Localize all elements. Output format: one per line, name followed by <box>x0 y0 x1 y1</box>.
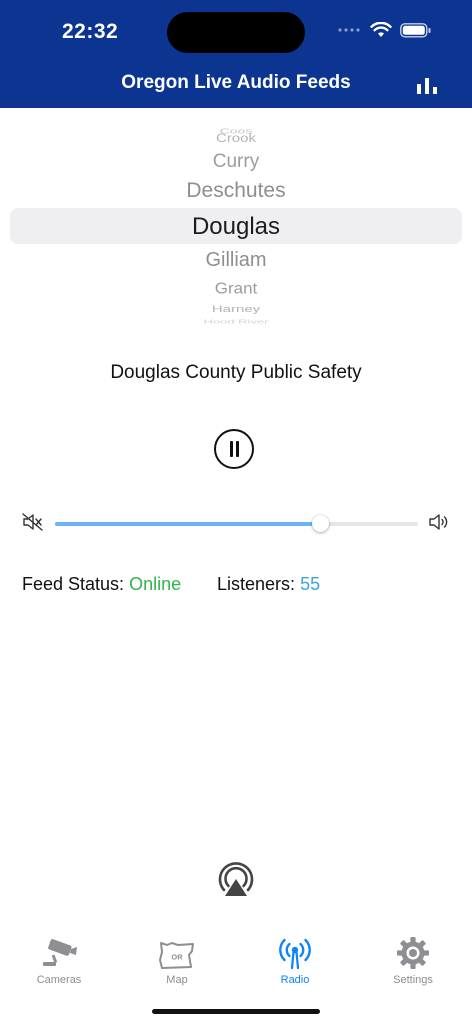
tab-label: Settings <box>393 974 433 986</box>
volume-slider[interactable] <box>55 515 418 532</box>
airplay-icon <box>218 862 254 896</box>
feed-status-value: Online <box>129 574 182 594</box>
county-picker[interactable]: Coos Crook Curry Deschutes Douglas Gilli… <box>0 115 472 330</box>
airplay-button[interactable] <box>216 859 256 904</box>
svg-text:OR: OR <box>171 953 183 962</box>
listeners-label: Listeners: <box>217 574 296 594</box>
tab-label: Map <box>166 974 188 986</box>
page-title: Oregon Live Audio Feeds <box>121 72 351 93</box>
tab-label: Radio <box>280 974 310 986</box>
picker-option[interactable]: Curry <box>0 151 472 173</box>
app-header: 22:32 Oregon Live Audio Feeds <box>0 0 472 108</box>
status-time: 22:32 <box>62 20 119 43</box>
radio-antenna-icon <box>279 938 311 970</box>
picker-option[interactable]: Grant <box>0 280 472 298</box>
battery-icon <box>400 22 431 38</box>
tab-map[interactable]: OR Map <box>118 936 236 986</box>
feed-status: Feed Status: Online <box>22 574 181 595</box>
pause-button[interactable] <box>214 429 254 469</box>
oregon-map-icon: OR <box>159 942 194 969</box>
picker-option[interactable]: Hood River <box>0 319 472 325</box>
pause-icon <box>236 441 239 457</box>
volume-slider-fill <box>55 522 320 526</box>
camera-icon <box>43 939 77 966</box>
tab-bar: Cameras OR Map Radio Settings <box>0 930 472 990</box>
status-icons <box>338 22 432 38</box>
pause-icon <box>230 441 233 457</box>
home-indicator <box>152 1009 320 1014</box>
listener-count: Listeners: 55 <box>217 574 320 595</box>
volume-slider-thumb[interactable] <box>311 515 329 532</box>
cellular-signal-icon <box>338 28 360 32</box>
tab-cameras[interactable]: Cameras <box>0 936 118 986</box>
picker-option[interactable]: Crook <box>0 132 472 146</box>
tab-radio[interactable]: Radio <box>236 936 354 986</box>
dynamic-island <box>167 12 305 53</box>
feed-status-label: Feed Status: <box>22 574 125 594</box>
volume-max-icon[interactable] <box>428 513 450 536</box>
picker-option[interactable]: Harney <box>0 304 472 314</box>
picker-option[interactable]: Gilliam <box>0 249 472 272</box>
bar-chart-icon <box>417 78 437 94</box>
tab-settings[interactable]: Settings <box>354 936 472 986</box>
picker-option[interactable]: Deschutes <box>0 179 472 203</box>
feed-title: Douglas County Public Safety <box>110 362 362 383</box>
gear-icon <box>397 937 429 969</box>
listeners-value: 55 <box>300 574 321 594</box>
picker-option-selected[interactable]: Douglas <box>0 213 472 241</box>
wifi-icon <box>370 22 392 37</box>
bar-chart-button[interactable] <box>416 76 438 99</box>
tab-label: Cameras <box>36 974 82 986</box>
volume-mute-icon[interactable] <box>22 513 44 536</box>
